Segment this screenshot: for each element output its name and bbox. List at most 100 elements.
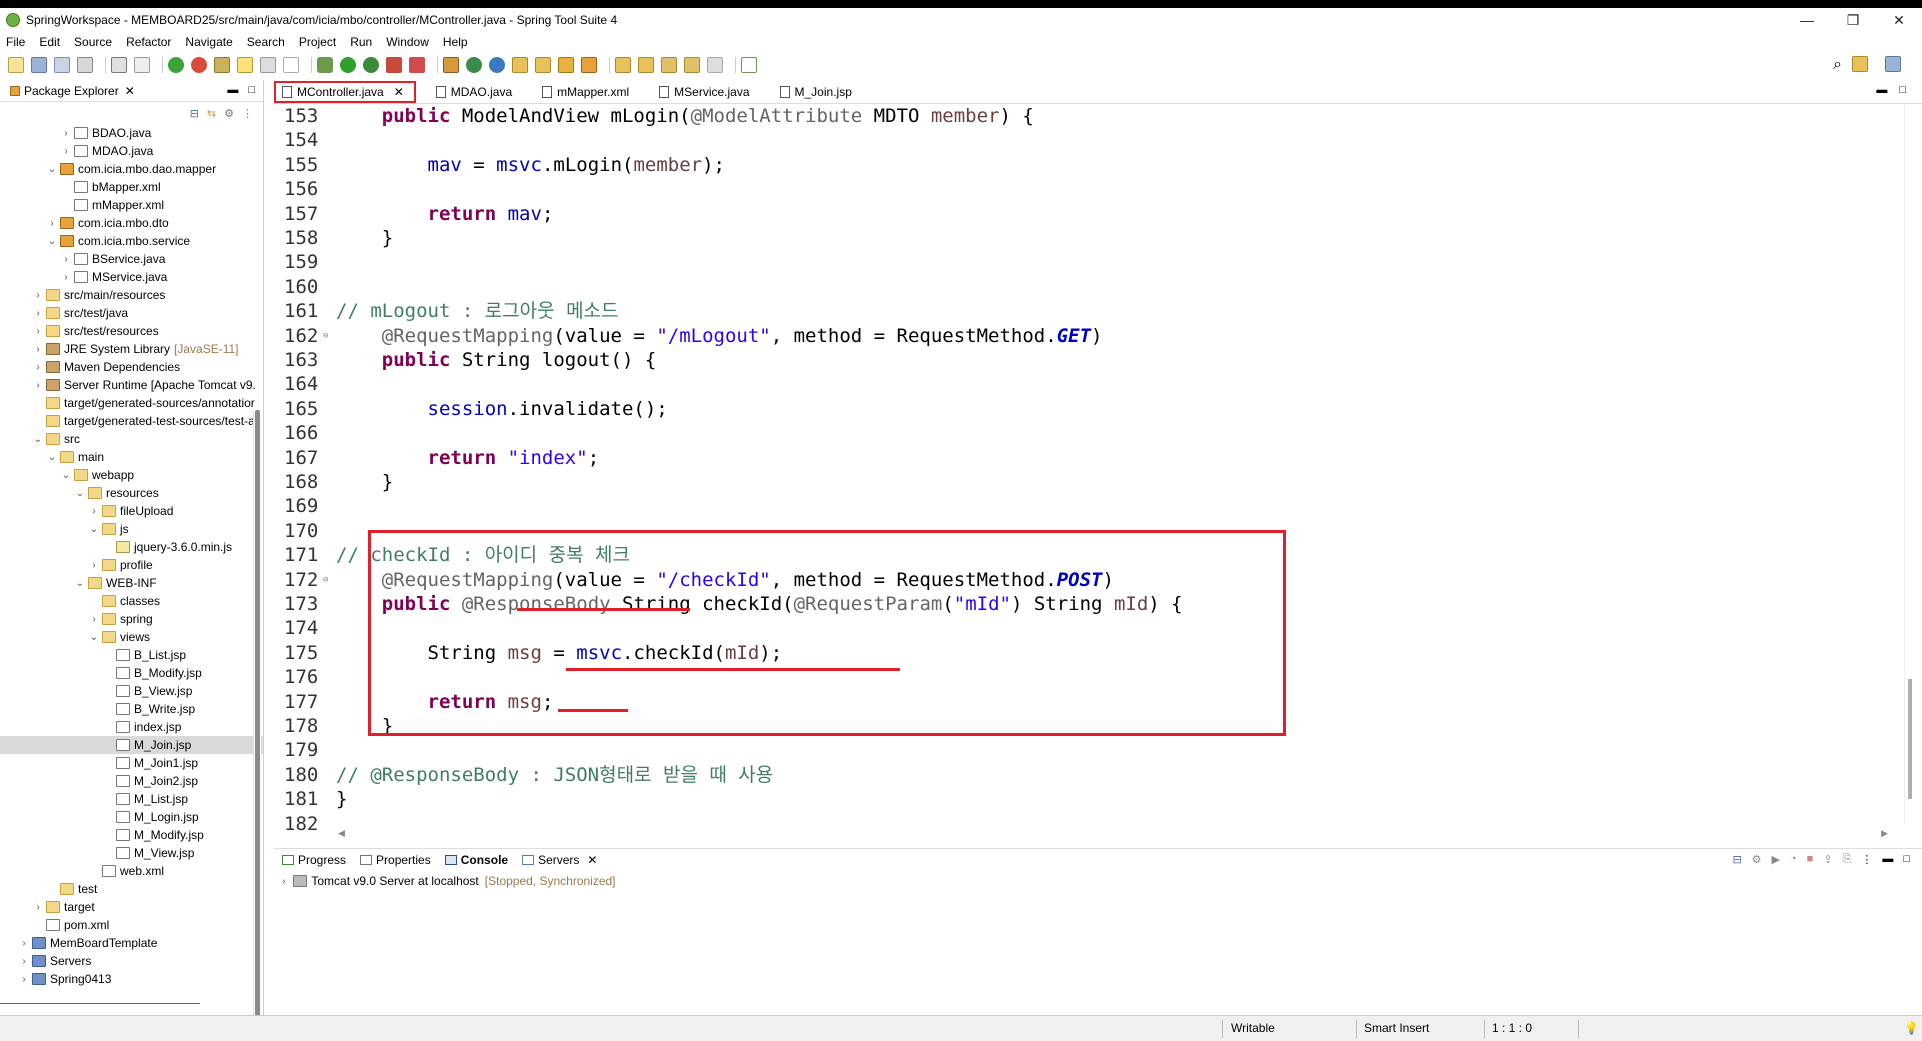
search-file-icon[interactable] — [535, 57, 551, 73]
collapse-all-icon[interactable]: ⊟ — [1732, 853, 1741, 866]
coverage-icon[interactable] — [363, 57, 379, 73]
fold-icon[interactable]: ⊖ — [323, 568, 328, 592]
editor-hscrollbar[interactable]: ◀ ▶ — [338, 828, 1888, 838]
tab-mservice-java[interactable]: MService.java — [653, 81, 759, 103]
tree-item[interactable]: mMapper.xml — [0, 196, 263, 214]
stop-server-icon[interactable] — [191, 57, 207, 73]
tree-item[interactable]: M_Join.jsp — [0, 736, 263, 754]
tree-item[interactable]: › MDAO.java — [0, 142, 263, 160]
code-line[interactable]: 160 — [274, 275, 1874, 299]
view-menu-icon[interactable]: ⋮ — [1861, 853, 1872, 866]
skip-breakpoints-icon[interactable] — [134, 57, 150, 73]
tree-item[interactable]: › Server Runtime [Apache Tomcat v9. — [0, 376, 263, 394]
tab-m-join-jsp[interactable]: M_Join.jsp — [774, 81, 862, 103]
lightbulb-icon[interactable]: 💡 — [1904, 1021, 1919, 1035]
chevron-right-icon[interactable]: › — [282, 876, 285, 887]
toggle-mark-occurrences-icon[interactable] — [237, 57, 253, 73]
close-icon[interactable]: ✕ — [125, 84, 135, 98]
tree-item[interactable]: › src/test/resources — [0, 322, 263, 340]
toggle-block-selection-icon[interactable] — [260, 57, 276, 73]
code-line[interactable]: 164 — [274, 372, 1874, 396]
tree-item[interactable]: target/generated-sources/annotatior — [0, 394, 263, 412]
chevron-right-icon[interactable]: › — [18, 938, 30, 949]
close-button[interactable]: ✕ — [1876, 8, 1922, 32]
tree-item[interactable]: › profile — [0, 556, 263, 574]
chevron-right-icon[interactable]: › — [60, 128, 72, 139]
tree-item[interactable]: B_View.jsp — [0, 682, 263, 700]
pen-icon[interactable] — [558, 57, 574, 73]
tab-mmapper-xml[interactable]: mMapper.xml — [536, 81, 639, 103]
scroll-left-icon[interactable]: ◀ — [338, 828, 345, 839]
back-icon[interactable] — [684, 57, 700, 73]
forward-icon[interactable] — [707, 57, 723, 73]
tab-package-explorer[interactable]: Package Explorer ✕ — [0, 80, 263, 102]
tree-item[interactable]: › BService.java — [0, 250, 263, 268]
code-line[interactable]: 159 — [274, 250, 1874, 274]
chevron-down-icon[interactable]: ⌄ — [46, 236, 58, 247]
chevron-right-icon[interactable]: › — [32, 326, 44, 337]
code-line[interactable]: 154 — [274, 128, 1874, 152]
save-all-icon[interactable] — [54, 57, 70, 73]
tree-item[interactable]: classes — [0, 592, 263, 610]
tree-item[interactable]: ⌄ main — [0, 448, 263, 466]
tree-item[interactable]: ⌄ js — [0, 520, 263, 538]
scroll-right-icon[interactable]: ▶ — [1881, 828, 1888, 839]
debug-icon[interactable] — [317, 57, 333, 73]
tree-item[interactable]: web.xml — [0, 862, 263, 880]
chevron-down-icon[interactable]: ⌄ — [74, 488, 86, 499]
tree-item[interactable]: index.jsp — [0, 718, 263, 736]
open-task-icon[interactable] — [581, 57, 597, 73]
chevron-down-icon[interactable]: ⌄ — [46, 164, 58, 175]
tree-item[interactable]: › com.icia.mbo.dto — [0, 214, 263, 232]
chevron-down-icon[interactable]: ⌄ — [88, 524, 100, 535]
menu-edit[interactable]: Edit — [39, 35, 60, 49]
terminal-icon[interactable] — [111, 57, 127, 73]
tab-properties[interactable]: Properties — [360, 853, 431, 867]
menu-search[interactable]: Search — [247, 35, 285, 49]
minimize-icon[interactable]: ▬ — [227, 84, 238, 96]
tree-item[interactable]: › Maven Dependencies — [0, 358, 263, 376]
tree-item[interactable]: › BDAO.java — [0, 124, 263, 142]
tree-item[interactable]: ⌄ views — [0, 628, 263, 646]
menu-help[interactable]: Help — [443, 35, 468, 49]
save-icon[interactable] — [31, 57, 47, 73]
show-whitespace-icon[interactable] — [283, 57, 299, 73]
menu-file[interactable]: File — [6, 35, 25, 49]
tree-scrollbar[interactable] — [253, 410, 261, 1041]
code-line[interactable]: 168 } — [274, 470, 1874, 494]
menu-source[interactable]: Source — [74, 35, 112, 49]
deploy-icon[interactable] — [409, 57, 425, 73]
start-server-icon[interactable]: ▶ — [1772, 853, 1780, 866]
chevron-down-icon[interactable]: ⌄ — [60, 470, 72, 481]
editor-vscrollbar[interactable] — [1904, 104, 1914, 824]
code-line[interactable]: 158 } — [274, 226, 1874, 250]
tree-item[interactable]: target/generated-test-sources/test-ar — [0, 412, 263, 430]
tree-item[interactable]: jquery-3.6.0.min.js — [0, 538, 263, 556]
tree-item[interactable]: › JRE System Library [JavaSE-11] — [0, 340, 263, 358]
maximize-icon[interactable]: □ — [248, 84, 255, 96]
tree-item[interactable]: › MemBoardTemplate — [0, 934, 263, 952]
chevron-down-icon[interactable]: ⌄ — [88, 632, 100, 643]
code-line[interactable]: 179 — [274, 738, 1874, 762]
new-class-icon[interactable] — [489, 57, 505, 73]
tree-item[interactable]: ⌄ webapp — [0, 466, 263, 484]
chevron-right-icon[interactable]: › — [32, 344, 44, 355]
tree-item[interactable]: › src/test/java — [0, 304, 263, 322]
tree-item[interactable]: ⌄ src — [0, 430, 263, 448]
menu-navigate[interactable]: Navigate — [185, 35, 232, 49]
tree-item[interactable]: › MService.java — [0, 268, 263, 286]
chevron-down-icon[interactable]: ⌄ — [32, 434, 44, 445]
open-folder-icon[interactable] — [512, 57, 528, 73]
server-item[interactable]: › Tomcat v9.0 Server at localhost [Stopp… — [274, 871, 1922, 891]
chevron-right-icon[interactable]: › — [60, 272, 72, 283]
new-java-project-icon[interactable] — [443, 57, 459, 73]
last-edit-icon[interactable] — [661, 57, 677, 73]
tree-hscrollbar[interactable] — [0, 1003, 200, 1004]
tree-item[interactable]: › Servers — [0, 952, 263, 970]
tree-item[interactable]: › src/main/resources — [0, 286, 263, 304]
tab-progress[interactable]: Progress — [282, 853, 346, 867]
tree-item[interactable]: B_Write.jsp — [0, 700, 263, 718]
code-line[interactable]: 155 mav = msvc.mLogin(member); — [274, 153, 1874, 177]
print-icon[interactable] — [77, 57, 93, 73]
filter-icon[interactable]: ⚙ — [224, 107, 234, 120]
